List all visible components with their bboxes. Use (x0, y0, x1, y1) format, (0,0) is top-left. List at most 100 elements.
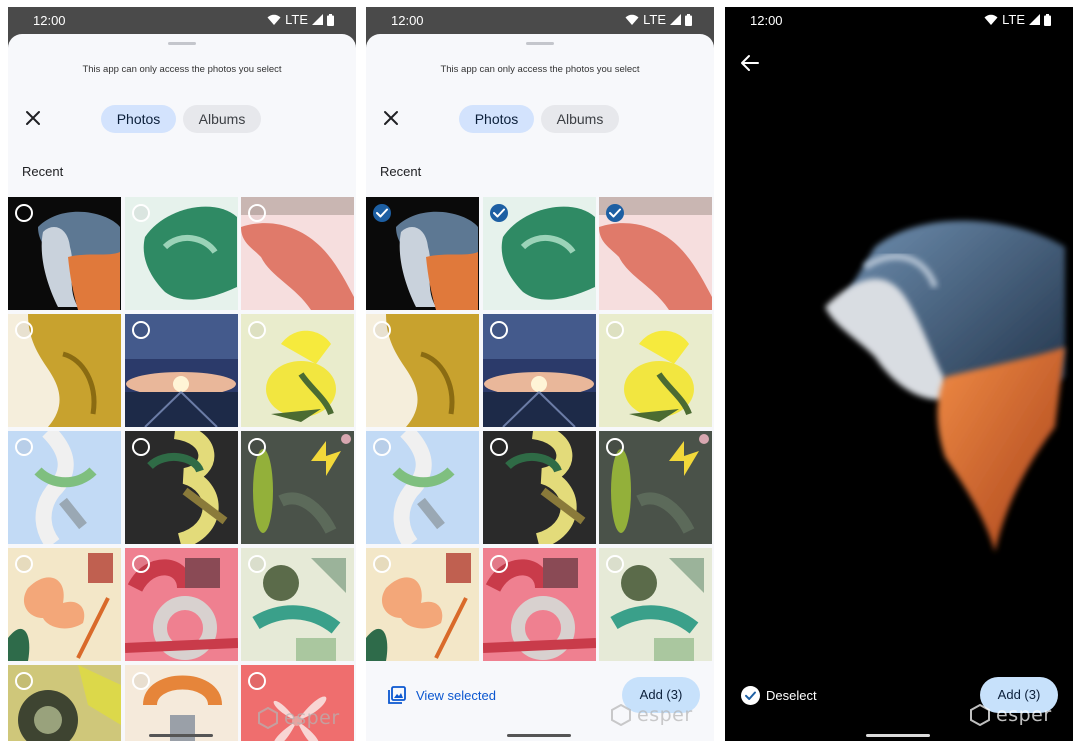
back-button[interactable] (739, 53, 761, 73)
select-circle-icon[interactable] (248, 321, 266, 339)
select-circle-icon[interactable] (373, 321, 391, 339)
select-circle-icon[interactable] (15, 438, 33, 456)
selection-action-bar: View selected Add (3) (366, 664, 714, 741)
select-circle-icon[interactable] (132, 555, 150, 573)
close-button[interactable] (22, 107, 44, 129)
select-circle-icon[interactable] (248, 555, 266, 573)
select-circle-icon[interactable] (606, 438, 624, 456)
photo-tile[interactable] (125, 548, 238, 661)
battery-icon (327, 13, 334, 26)
photo-tile[interactable] (366, 197, 479, 310)
status-bar: 12:00 LTE (8, 7, 356, 34)
photo-tile[interactable] (241, 548, 356, 661)
photo-tile[interactable] (483, 431, 596, 544)
select-circle-icon[interactable] (248, 438, 266, 456)
select-circle-icon[interactable] (132, 321, 150, 339)
arrow-back-icon (741, 55, 759, 71)
drag-handle[interactable] (168, 42, 196, 45)
select-circle-icon[interactable] (248, 672, 266, 690)
photo-picker-sheet: This app can only access the photos you … (366, 34, 714, 741)
wifi-icon (984, 14, 998, 25)
tab-photos[interactable]: Photos (459, 105, 534, 133)
drag-handle[interactable] (526, 42, 554, 45)
picker-screen-selected: 12:00 LTE This app can only access the p… (366, 7, 714, 741)
photo-tile[interactable] (8, 665, 121, 741)
photo-tile[interactable] (599, 314, 714, 427)
status-bar: 12:00 LTE (725, 7, 1073, 34)
photo-tile[interactable] (125, 197, 238, 310)
select-circle-icon[interactable] (15, 672, 33, 690)
photo-tile[interactable] (125, 665, 238, 741)
select-circle-icon[interactable] (15, 321, 33, 339)
selected-check-icon[interactable] (373, 204, 391, 222)
photo-tile[interactable] (125, 314, 238, 427)
photo-tile[interactable] (8, 197, 121, 310)
status-time: 12:00 (33, 13, 66, 28)
network-label: LTE (643, 12, 666, 27)
selected-check-icon[interactable] (606, 204, 624, 222)
gesture-nav-bar (866, 734, 930, 737)
access-notice: This app can only access the photos you … (440, 64, 640, 75)
signal-icon (1029, 14, 1040, 25)
select-circle-icon[interactable] (490, 321, 508, 339)
select-circle-icon[interactable] (490, 438, 508, 456)
select-circle-icon[interactable] (132, 204, 150, 222)
photo-tile[interactable] (366, 314, 479, 427)
selected-check-icon[interactable] (490, 204, 508, 222)
photo-tile[interactable] (241, 197, 356, 310)
close-button[interactable] (380, 107, 402, 129)
select-circle-icon[interactable] (606, 555, 624, 573)
photo-tile[interactable] (8, 548, 121, 661)
esper-watermark: esper (611, 704, 693, 726)
gallery-icon (388, 686, 406, 704)
tab-albums[interactable]: Albums (183, 105, 261, 133)
deselect-label: Deselect (766, 688, 817, 703)
photo-tile[interactable] (599, 548, 714, 661)
photo-tile[interactable] (599, 431, 714, 544)
esper-watermark: esper (970, 704, 1052, 726)
photo-tile[interactable] (483, 314, 596, 427)
select-circle-icon[interactable] (15, 555, 33, 573)
photo-tile[interactable] (241, 665, 356, 741)
deselect-button[interactable]: Deselect (741, 686, 817, 705)
photo-tile[interactable] (8, 314, 121, 427)
photo-tile[interactable] (483, 197, 596, 310)
view-selected-label: View selected (416, 687, 496, 703)
photo-tile[interactable] (483, 548, 596, 661)
esper-logo-icon (611, 704, 631, 726)
wifi-icon (625, 14, 639, 25)
select-circle-icon[interactable] (606, 321, 624, 339)
gesture-nav-bar (507, 734, 571, 737)
photo-tile[interactable] (8, 431, 121, 544)
esper-logo-icon (258, 707, 278, 729)
status-bar: 12:00 LTE (366, 7, 714, 34)
network-label: LTE (1002, 12, 1025, 27)
section-title-recent: Recent (380, 164, 422, 179)
photo-tile[interactable] (599, 197, 714, 310)
select-circle-icon[interactable] (490, 555, 508, 573)
status-time: 12:00 (750, 13, 783, 28)
esper-watermark: esper (258, 707, 340, 729)
select-circle-icon[interactable] (373, 555, 391, 573)
access-notice: This app can only access the photos you … (82, 64, 282, 75)
signal-icon (670, 14, 681, 25)
close-icon (384, 111, 398, 125)
battery-icon (1044, 13, 1051, 26)
photo-tile[interactable] (125, 431, 238, 544)
select-circle-icon[interactable] (248, 204, 266, 222)
preview-photo (825, 220, 1065, 552)
select-circle-icon[interactable] (132, 438, 150, 456)
photo-tile[interactable] (241, 431, 356, 544)
check-circle-icon (741, 686, 760, 705)
photo-tile[interactable] (366, 548, 479, 661)
photo-tile[interactable] (241, 314, 356, 427)
select-circle-icon[interactable] (15, 204, 33, 222)
photo-tile[interactable] (366, 431, 479, 544)
close-icon (26, 111, 40, 125)
view-selected-button[interactable]: View selected (388, 686, 496, 704)
select-circle-icon[interactable] (373, 438, 391, 456)
tab-photos[interactable]: Photos (101, 105, 176, 133)
photo-preview-screen: 12:00 LTE Deselect Add (3) esper (725, 7, 1073, 741)
tab-albums[interactable]: Albums (541, 105, 619, 133)
select-circle-icon[interactable] (132, 672, 150, 690)
